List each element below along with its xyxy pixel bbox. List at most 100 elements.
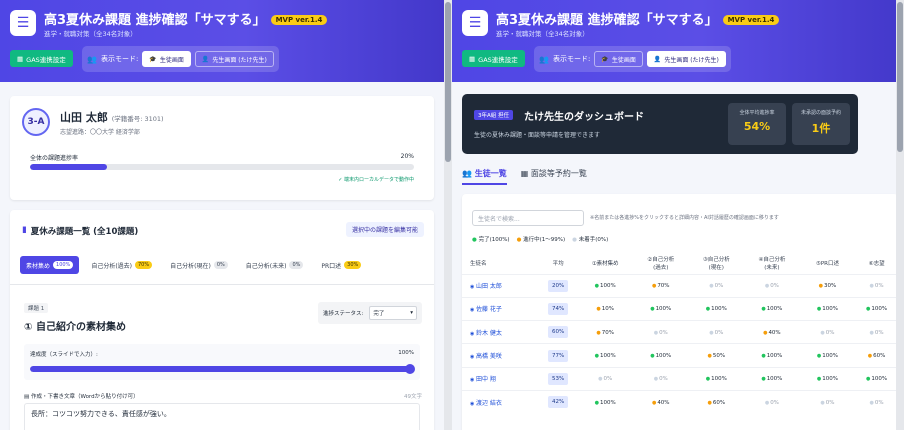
app-header: ☰ 高3夏休み課題 進捗確認「サマする」 MVP ver.1.4 進学・就職対策（…: [0, 0, 444, 82]
progress-cell[interactable]: 0%: [688, 320, 745, 344]
teacher-view-button[interactable]: 👤 先生画面 (たけ先生): [194, 51, 274, 67]
student-name-cell[interactable]: ◉ 田中 翔: [462, 366, 539, 391]
progress-cell[interactable]: 100%: [577, 273, 633, 298]
version-badge: MVP ver.1.4: [722, 15, 780, 25]
search-input[interactable]: 生徒名で検索...: [472, 210, 584, 226]
progress-value: 100%: [817, 376, 838, 382]
progress-cell[interactable]: 100%: [577, 343, 633, 368]
progress-cell[interactable]: 100%: [744, 366, 800, 391]
student-table-card: 生徒名で検索... ※名前または各進捗%をクリックすると詳細内容・AI対話履歴の…: [462, 194, 898, 430]
progress-cell[interactable]: 100%: [799, 366, 856, 391]
task-list-card: ▮ 夏休み課題一覧 (全10課題) 選択中の課題を編集可能 素材集め 100% 自己分…: [10, 210, 434, 430]
progress-cell[interactable]: 0%: [688, 273, 745, 298]
column-header: 生徒名: [462, 252, 539, 274]
progress-cell[interactable]: 50%: [688, 343, 745, 368]
teacher-dashboard-banner: 3年A組 担任 たけ先生のダッシュボード 生徒の夏休み課題・面談等申請を管理でき…: [462, 94, 858, 154]
dashboard-title: たけ先生のダッシュボード: [524, 112, 644, 123]
status-select[interactable]: 完了 ▾: [369, 306, 417, 320]
table-header-row: 生徒名 平均 ①素材集め ②自己分析 (過去) ③自己分析 (現在) ④自己分析 (未来)…: [462, 252, 898, 274]
status-label: 進捗ステータス:: [323, 311, 364, 317]
checklist-icon: ☰: [10, 10, 36, 36]
student-name-cell[interactable]: ◉ 鈴木 健太: [462, 320, 539, 344]
progress-cell[interactable]: 10%: [577, 296, 633, 321]
progress-cell[interactable]: 40%: [632, 389, 689, 414]
student-name-cell[interactable]: ◉ 佐藤 花子: [462, 296, 539, 321]
gas-settings-button[interactable]: ▦ GAS連携設定: [10, 50, 73, 67]
task-tab[interactable]: 自己分析(未来) 0%: [240, 256, 310, 274]
task-tab-percent: 70%: [135, 261, 153, 269]
progress-cell[interactable]: 0%: [744, 273, 800, 298]
progress-cell[interactable]: 0%: [799, 389, 856, 414]
progress-cell[interactable]: 70%: [632, 273, 689, 298]
progress-cell[interactable]: 0%: [632, 366, 689, 391]
average-cell: 77%: [538, 343, 578, 368]
right-scrollbar[interactable]: [896, 0, 904, 430]
progress-value: 10%: [596, 306, 614, 312]
progress-cell[interactable]: 0%: [577, 366, 633, 391]
progress-cell[interactable]: 70%: [577, 320, 633, 344]
student-name: 佐藤 花子: [475, 306, 502, 314]
progress-value: 40%: [652, 400, 670, 406]
average-cell: 20%: [538, 273, 578, 298]
progress-value: 100%: [398, 350, 414, 356]
tab-students[interactable]: 👥 生徒一覧: [462, 168, 507, 185]
student-view-button[interactable]: 🎓 生徒画面: [142, 51, 191, 67]
student-name-cell[interactable]: ◉ 山田 太郎: [462, 273, 539, 298]
checklist-icon: ☰: [462, 10, 488, 36]
progress-value: 50%: [708, 353, 726, 359]
task-tab-label: PR口述: [321, 262, 342, 270]
student-name-cell[interactable]: ◉ 高橋 美咲: [462, 343, 539, 368]
progress-cell[interactable]: 0%: [632, 320, 689, 344]
task-tab[interactable]: 自己分析(現在) 0%: [164, 256, 234, 274]
progress-cell[interactable]: 60%: [855, 343, 898, 368]
progress-cell[interactable]: 100%: [632, 296, 689, 321]
column-header: ⑤PR口述: [799, 252, 856, 274]
right-scroll-thumb[interactable]: [897, 2, 903, 152]
task-tab-percent: 30%: [344, 261, 362, 269]
progress-input-box: 達成度（スライドで入力）: 100%: [24, 344, 420, 380]
task-section-title: ▮ 夏休み課題一覧 (全10課題): [22, 225, 139, 237]
progress-cell[interactable]: 100%: [799, 343, 856, 368]
progress-cell[interactable]: 100%: [744, 343, 800, 368]
progress-cell[interactable]: 60%: [688, 389, 745, 414]
progress-value: 0%: [820, 330, 834, 336]
progress-cell[interactable]: 0%: [799, 320, 856, 344]
task-tab[interactable]: PR口述 30%: [315, 256, 367, 274]
task-tab[interactable]: 自己分析(過去) 70%: [85, 256, 158, 274]
table-row: ◉ 佐藤 花子 74% 10% 100% 100% 100% 100% 100%: [462, 296, 898, 321]
left-scroll-thumb[interactable]: [445, 2, 451, 162]
slider-handle[interactable]: [405, 364, 415, 374]
edit-task-button[interactable]: 選択中の課題を編集可能: [345, 222, 424, 237]
teacher-pane: ☰ 高3夏休み課題 進捗確認「サマする」 MVP ver.1.4 進学・就職対策（…: [452, 0, 904, 430]
progress-cell[interactable]: 100%: [855, 296, 898, 321]
progress-cell[interactable]: 0%: [855, 320, 898, 344]
progress-cell[interactable]: 100%: [577, 389, 633, 414]
gas-settings-button[interactable]: ▦ GAS連携設定: [462, 50, 525, 67]
student-name-cell[interactable]: ◉ 渡辺 結衣: [462, 389, 539, 414]
progress-cell[interactable]: 100%: [688, 366, 745, 391]
progress-value: 0%: [709, 330, 723, 336]
draft-textarea[interactable]: 長所：コツコツ努力できる、責任感が強い。: [24, 403, 420, 430]
progress-cell[interactable]: 0%: [855, 389, 898, 414]
teacher-view-button[interactable]: 👤 先生画面 (たけ先生): [646, 51, 726, 67]
progress-cell[interactable]: 100%: [688, 296, 745, 321]
overall-progress-label: 全体の課題進捗率: [30, 155, 79, 162]
progress-cell[interactable]: 100%: [632, 343, 689, 368]
view-mode-switch: 👥 表示モード: 🎓 生徒画面 👤 先生画面 (たけ先生): [82, 46, 279, 72]
progress-slider[interactable]: [30, 366, 410, 372]
tab-interviews[interactable]: ▦ 面談等予約一覧: [521, 168, 587, 185]
progress-value: 0%: [870, 400, 884, 406]
progress-cell[interactable]: 100%: [799, 296, 856, 321]
left-scrollbar[interactable]: [444, 0, 452, 430]
progress-cell[interactable]: 100%: [855, 366, 898, 391]
progress-cell[interactable]: 100%: [744, 296, 800, 321]
progress-cell[interactable]: 0%: [744, 389, 800, 414]
student-view-button[interactable]: 🎓 生徒画面: [594, 51, 643, 67]
task-tab[interactable]: 素材集め 100%: [20, 256, 80, 274]
progress-cell[interactable]: 40%: [744, 320, 800, 344]
task-tab-percent: 0%: [213, 261, 228, 269]
column-header: ①素材集め: [577, 252, 633, 274]
task-tab-percent: 100%: [53, 261, 74, 269]
progress-cell[interactable]: 30%: [799, 273, 856, 298]
progress-cell[interactable]: 0%: [855, 273, 898, 298]
